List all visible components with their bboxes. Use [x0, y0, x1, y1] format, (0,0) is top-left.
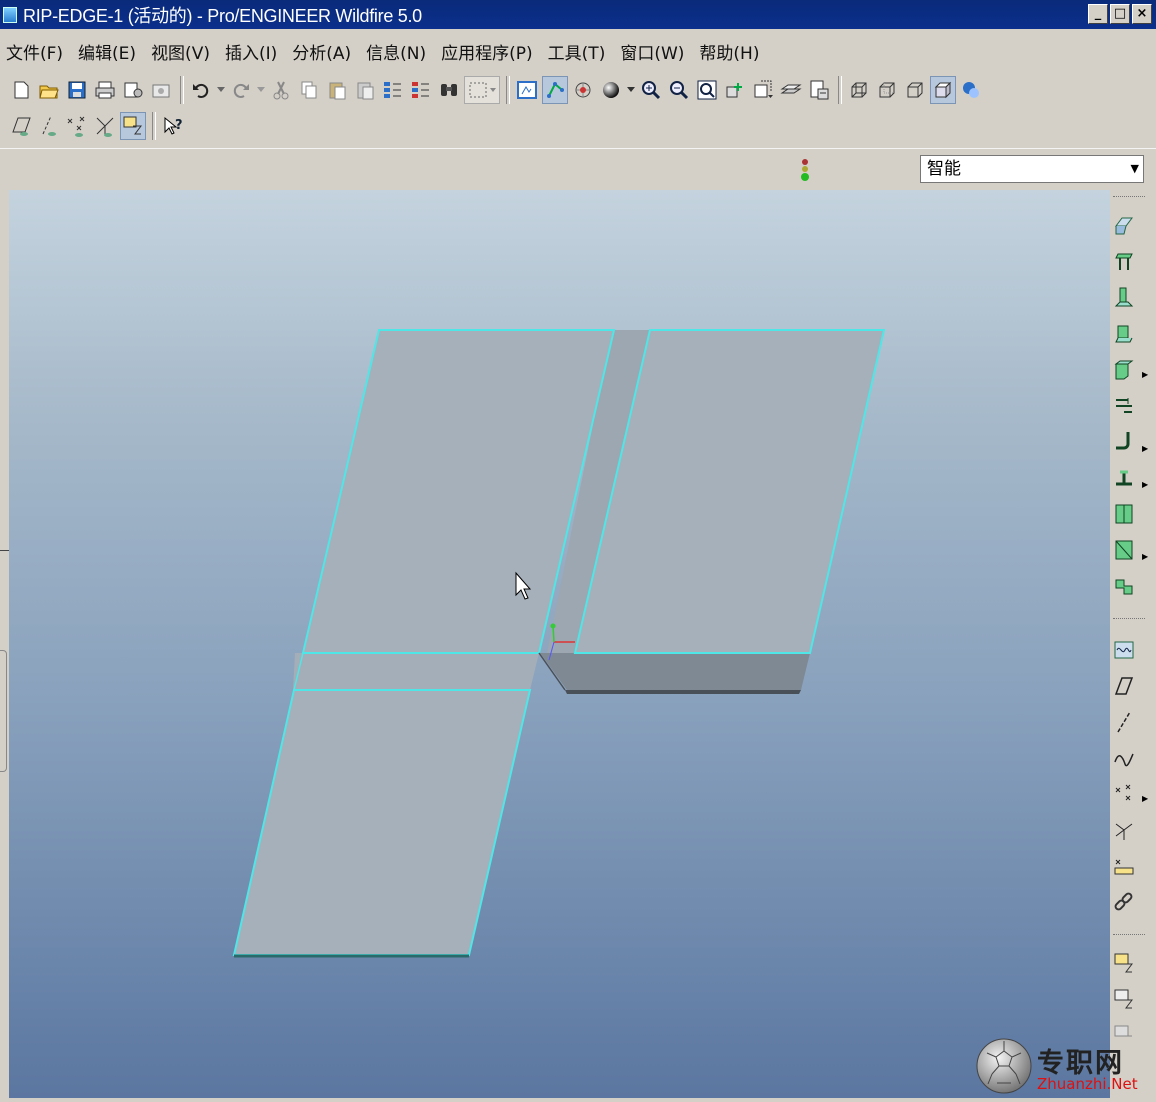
- bend-icon[interactable]: [1110, 428, 1138, 456]
- chain-icon[interactable]: [1110, 888, 1138, 916]
- undo-icon[interactable]: [188, 76, 214, 104]
- minimize-button[interactable]: _: [1088, 4, 1108, 24]
- main-toolbar: [8, 74, 986, 106]
- menu-window[interactable]: 窗口(W): [620, 39, 684, 64]
- menu-tools[interactable]: 工具(T): [548, 39, 606, 64]
- datum-point-icon[interactable]: [1110, 780, 1138, 808]
- redo-dropdown-icon[interactable]: [256, 76, 266, 104]
- watermark: 专职网 Zhuanzhi.Net: [975, 1037, 1155, 1097]
- datum-axis-icon[interactable]: [1110, 708, 1138, 736]
- appearance-icon[interactable]: [958, 76, 984, 104]
- rip-strip-horizontal: [293, 653, 539, 690]
- spin-center-icon[interactable]: [542, 76, 568, 104]
- shading-icon[interactable]: [930, 76, 956, 104]
- refit-icon[interactable]: [694, 76, 720, 104]
- undo-dropdown-icon[interactable]: [216, 76, 226, 104]
- reorient-icon[interactable]: [722, 76, 748, 104]
- datum-curve-icon[interactable]: [1110, 744, 1138, 772]
- hidden-line-icon[interactable]: [874, 76, 900, 104]
- unbend-icon[interactable]: [1110, 500, 1138, 528]
- menu-info[interactable]: 信息(N): [366, 39, 426, 64]
- plane-icon[interactable]: [1110, 672, 1138, 700]
- zoom-out-icon[interactable]: [666, 76, 692, 104]
- select-box-icon[interactable]: [464, 76, 500, 104]
- chevron-down-icon: ▼: [1130, 162, 1139, 175]
- annotation-display-icon[interactable]: [120, 112, 146, 140]
- soccer-ball-logo-icon: [976, 1038, 1032, 1094]
- selection-filter-value: 智能: [927, 159, 961, 179]
- whats-this-help-icon[interactable]: ?: [160, 112, 186, 140]
- coordsys-display-icon[interactable]: [92, 112, 118, 140]
- graphics-window[interactable]: [9, 190, 1110, 1098]
- model-display-dropdown-icon[interactable]: [626, 76, 636, 104]
- extend-wall-icon[interactable]: [1110, 320, 1138, 348]
- menu-edit[interactable]: 编辑(E): [78, 39, 136, 64]
- edge-bend-icon[interactable]: [1110, 464, 1138, 492]
- svg-text:?: ?: [175, 118, 183, 133]
- maximize-button[interactable]: □: [1110, 4, 1130, 24]
- layers-icon[interactable]: [778, 76, 804, 104]
- redraw-icon[interactable]: [514, 76, 540, 104]
- rip-icon[interactable]: [1110, 392, 1138, 420]
- copy-icon[interactable]: [296, 76, 322, 104]
- find-icon[interactable]: [436, 76, 462, 104]
- paste-icon[interactable]: [324, 76, 350, 104]
- sheetmetal-model[interactable]: [9, 190, 1110, 1098]
- email-icon[interactable]: [120, 76, 146, 104]
- flat-wall-icon[interactable]: [1110, 248, 1138, 276]
- email-link-icon[interactable]: [148, 76, 174, 104]
- flatten-icon[interactable]: [1110, 572, 1138, 600]
- menu-bar: 文件(F) 编辑(E) 视图(V) 插入(I) 分析(A) 信息(N) 应用程序…: [0, 34, 1156, 68]
- zoom-in-icon[interactable]: [638, 76, 664, 104]
- extrude-wall-icon[interactable]: [1110, 356, 1138, 384]
- panel-bottom[interactable]: [232, 689, 532, 956]
- datum-plane-icon[interactable]: [1110, 636, 1138, 664]
- menu-analysis[interactable]: 分析(A): [292, 39, 351, 64]
- paste-special-icon[interactable]: [352, 76, 378, 104]
- view-manager-icon[interactable]: [806, 76, 832, 104]
- close-button[interactable]: ×: [1132, 4, 1152, 24]
- selection-filter-select[interactable]: 智能 ▼: [920, 155, 1144, 183]
- menu-applications[interactable]: 应用程序(P): [441, 39, 533, 64]
- no-hidden-icon[interactable]: [902, 76, 928, 104]
- title-bar: RIP-EDGE-1 (活动的) - Pro/ENGINEER Wildfire…: [0, 0, 1156, 29]
- note-icon[interactable]: [1110, 948, 1138, 976]
- analysis-feature-icon[interactable]: [1110, 852, 1138, 880]
- wireframe-icon[interactable]: [846, 76, 872, 104]
- bend-back-icon[interactable]: [1110, 536, 1138, 564]
- status-light-icon: [801, 159, 809, 181]
- menu-file[interactable]: 文件(F): [6, 39, 63, 64]
- feature-toolbar: ▶ ▶ ▶ ▶ ▶: [1110, 190, 1156, 1102]
- model-display-icon[interactable]: [598, 76, 624, 104]
- datum-display-toolbar: ?: [8, 110, 188, 142]
- flange-bottom-edge: [565, 690, 801, 694]
- flange-wall-icon[interactable]: [1110, 284, 1138, 312]
- watermark-site: Zhuanzhi.Net: [1037, 1075, 1138, 1093]
- annotation-feature-icon[interactable]: [1110, 984, 1138, 1012]
- new-icon[interactable]: [8, 76, 34, 104]
- status-row: 智能 ▼: [0, 148, 1156, 191]
- print-icon[interactable]: [92, 76, 118, 104]
- menu-view[interactable]: 视图(V): [151, 39, 210, 64]
- regenerate-icon[interactable]: [380, 76, 406, 104]
- sheetmetal-unbend-icon[interactable]: [1110, 212, 1138, 240]
- open-icon[interactable]: [36, 76, 62, 104]
- orient-icon[interactable]: [570, 76, 596, 104]
- flange-side-face: [540, 653, 810, 690]
- saved-views-icon[interactable]: [750, 76, 776, 104]
- window-title: RIP-EDGE-1 (活动的) - Pro/ENGINEER Wildfire…: [23, 5, 422, 26]
- app-icon: [3, 6, 17, 23]
- menu-help[interactable]: 帮助(H): [699, 39, 759, 64]
- left-panel-edge: [0, 190, 9, 1098]
- save-icon[interactable]: [64, 76, 90, 104]
- datum-axis-display-icon[interactable]: [36, 112, 62, 140]
- cut-icon[interactable]: [268, 76, 294, 104]
- redo-icon[interactable]: [228, 76, 254, 104]
- datum-point-display-icon[interactable]: [64, 112, 90, 140]
- coordinate-system-icon[interactable]: [1110, 816, 1138, 844]
- menu-insert[interactable]: 插入(I): [225, 39, 277, 64]
- regen-manager-icon[interactable]: [408, 76, 434, 104]
- datum-plane-display-icon[interactable]: [8, 112, 34, 140]
